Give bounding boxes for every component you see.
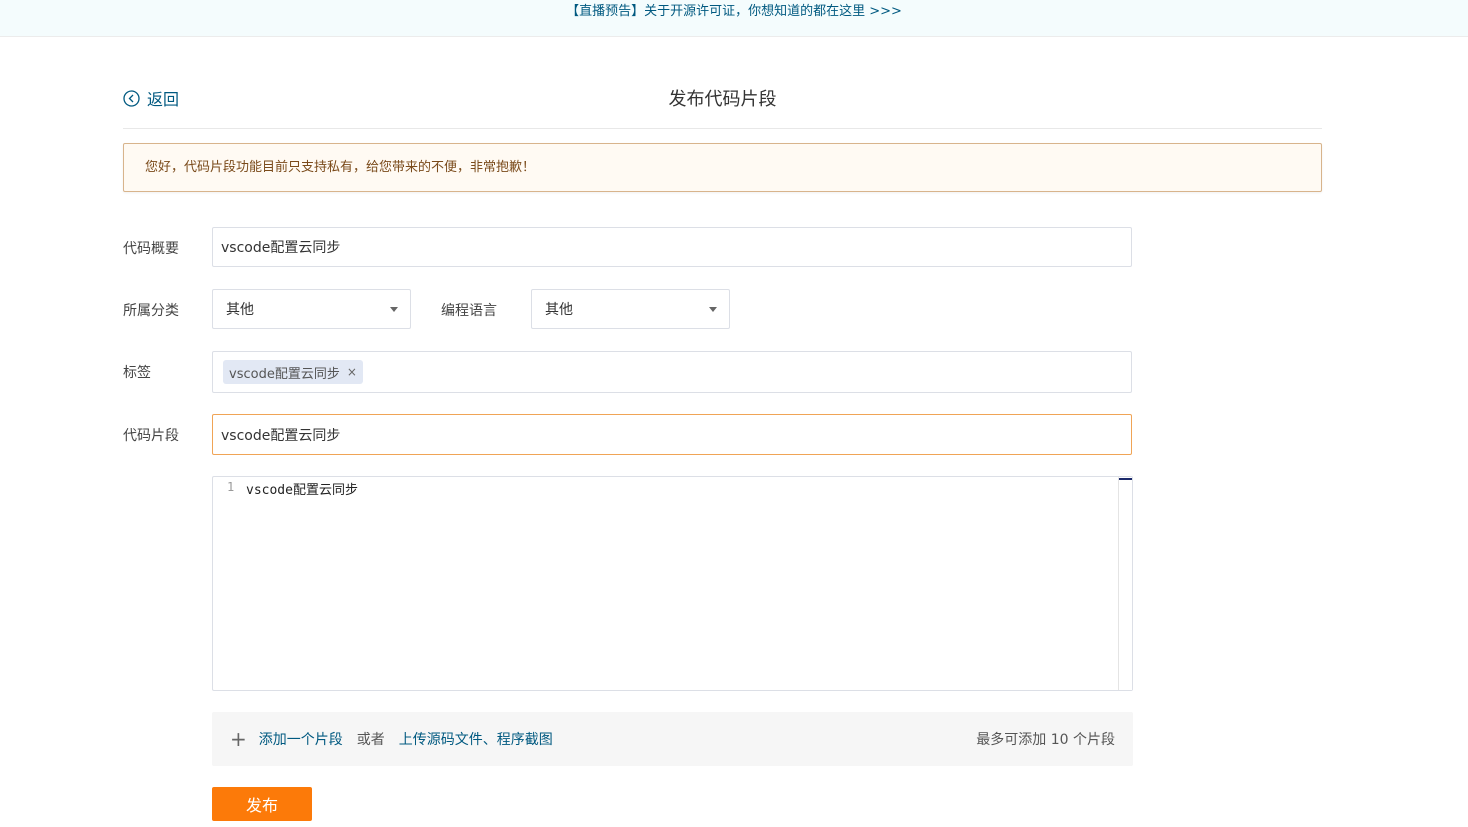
close-icon[interactable]: × — [347, 365, 357, 379]
chevron-down-icon — [390, 307, 398, 312]
tags-label: 标签 — [123, 365, 151, 381]
category-selected-value: 其他 — [226, 302, 254, 318]
notice-message: 您好，代码片段功能目前只支持私有，给您带来的不便，非常抱歉！ — [123, 143, 1322, 192]
snippet-limit-text: 最多可添加 10 个片段 — [976, 732, 1115, 748]
page-title: 发布代码片段 — [668, 89, 777, 110]
or-label: 或者 — [356, 732, 385, 748]
code-line[interactable]: vscode配置云同步 — [246, 479, 358, 498]
page-header: 返回 发布代码片段 — [123, 72, 1322, 129]
category-select[interactable]: 其他 — [212, 289, 411, 329]
language-label: 编程语言 — [441, 303, 497, 319]
tags-input[interactable]: vscode配置云同步 × — [212, 351, 1132, 393]
summary-input[interactable]: vscode配置云同步 — [212, 227, 1132, 267]
tag-chip: vscode配置云同步 × — [223, 360, 363, 384]
plus-icon[interactable]: + — [230, 729, 247, 749]
line-number: 1 — [227, 480, 235, 494]
editor-scrollbar[interactable] — [1118, 477, 1132, 690]
snippet-filename-input[interactable]: vscode配置云同步 — [212, 414, 1132, 455]
language-selected-value: 其他 — [545, 302, 573, 318]
language-select[interactable]: 其他 — [531, 289, 730, 329]
chevron-down-icon — [709, 307, 717, 312]
add-snippet-link[interactable]: 添加一个片段 — [259, 729, 343, 749]
tag-chip-label: vscode配置云同步 — [229, 366, 340, 382]
snippet-label: 代码片段 — [123, 428, 179, 444]
scrollbar-thumb[interactable] — [1119, 478, 1132, 480]
summary-label: 代码概要 — [123, 241, 179, 257]
publish-button[interactable]: 发布 — [212, 787, 312, 821]
upload-files-link[interactable]: 上传源码文件、程序截图 — [399, 729, 553, 749]
category-label: 所属分类 — [123, 303, 179, 319]
announcement-banner: 【直播预告】关于开源许可证，你想知道的都在这里 >>> — [0, 0, 1468, 37]
add-snippet-bar: + 添加一个片段 或者 上传源码文件、程序截图 最多可添加 10 个片段 — [212, 712, 1133, 766]
announcement-link[interactable]: 【直播预告】关于开源许可证，你想知道的都在这里 >>> — [566, 4, 902, 19]
code-editor[interactable]: 1 vscode配置云同步 — [212, 476, 1133, 691]
